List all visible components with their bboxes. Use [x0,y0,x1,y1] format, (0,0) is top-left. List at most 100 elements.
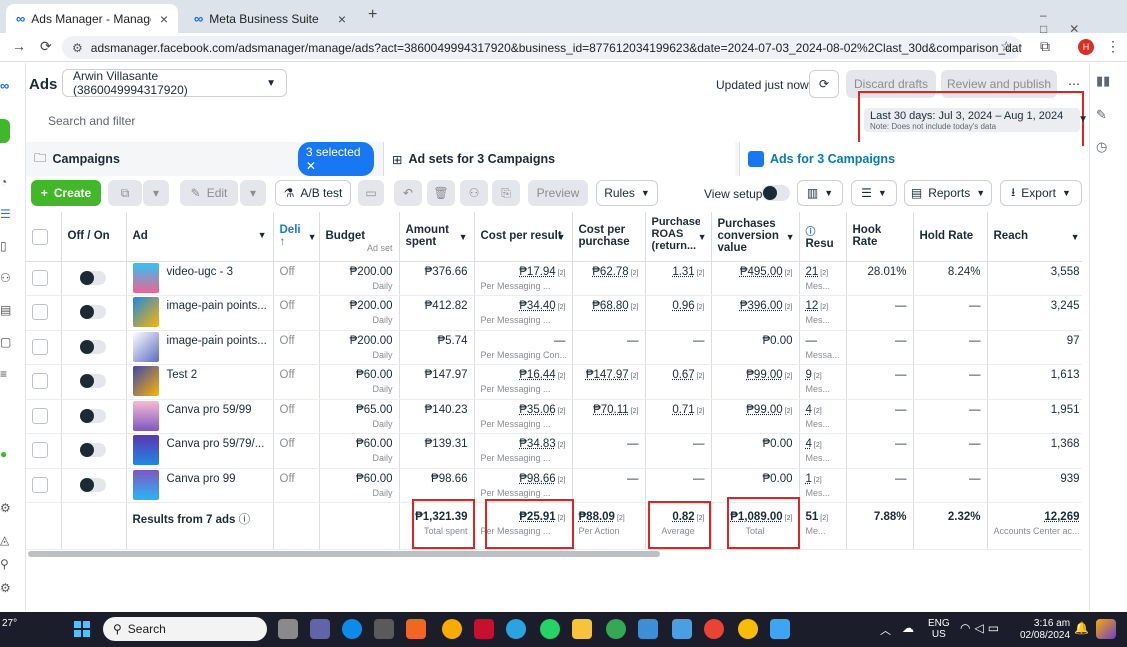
tag-button[interactable]: ⎘ [492,180,520,206]
tray-chevron-icon[interactable]: ︿ [880,622,891,638]
row-checkbox-cell[interactable] [26,468,62,503]
close-tab-icon[interactable]: × [160,11,168,27]
horizontal-scrollbar[interactable] [28,551,660,557]
row-budget-cell[interactable]: ₱60.00 Daily [319,364,400,400]
row-budget-cell[interactable]: ₱200.00 Daily [319,295,400,331]
delete-button[interactable]: 🗑 [427,180,455,206]
reports-button[interactable]: ▤ Reports ▼ [904,180,992,206]
window-controls[interactable]: –□✕ [1040,8,1127,36]
app-icon[interactable] [406,619,426,639]
ad-on-off-toggle[interactable] [79,443,106,457]
selected-pill[interactable]: 3 selected ✕ [297,142,374,176]
edit-dropdown[interactable]: ▾ [240,180,266,206]
preview-button[interactable]: Preview [528,180,588,206]
close-tab-icon[interactable]: × [338,11,346,27]
clipboard-button[interactable]: ▭ [358,180,384,206]
row-checkbox[interactable] [32,373,48,389]
ad-name[interactable]: Canva pro 59/99 [167,404,252,416]
row-checkbox[interactable] [32,476,48,493]
col-hook-rate[interactable]: Hook Rate [846,212,914,262]
menu-kebab-icon[interactable]: ⋮ [1106,38,1120,55]
notification-bell-icon[interactable]: 🔔 [1074,621,1089,635]
ad-on-off-toggle[interactable] [79,305,106,319]
close-icon[interactable]: ✕ [306,159,316,173]
ab-test-button[interactable]: ⚗ A/B test [275,180,351,206]
audience-button[interactable]: ⚇ [460,180,488,206]
clock[interactable]: 3:16 am 02/08/2024 [1020,618,1070,642]
ad-name[interactable]: image-pain points... [167,335,267,347]
refresh-button[interactable]: ⟳ [809,70,839,98]
table-row[interactable]: Canva pro 99 Off ₱60.00 Daily ₱98.66 ₱98.… [26,468,1082,503]
select-all-checkbox-cell[interactable] [26,212,62,262]
chrome-icon[interactable] [606,619,626,639]
search-filter-input[interactable]: Search and filter [36,108,856,134]
tab-campaigns[interactable]: 🗀 Campaigns 3 selected ✕ [34,142,374,176]
chrome-profile2-icon[interactable] [738,619,758,639]
create-rail-icon[interactable] [0,119,10,143]
tab-ads[interactable]: Ads for 3 Campaigns [739,142,1082,176]
row-ad-cell[interactable]: image-pain points... [126,330,274,365]
row-ad-cell[interactable]: Canva pro 99 [126,468,274,503]
ad-thumbnail[interactable] [132,297,159,327]
col-cost-per-result[interactable]: Cost per result ▼ [474,212,573,262]
new-tab-icon[interactable]: + [368,6,377,24]
history-icon[interactable]: ◷ [1096,139,1107,155]
row-checkbox[interactable] [32,304,48,320]
tab-business-suite[interactable]: ∞ Meta Business Suite × [184,4,356,33]
col-delivery[interactable]: Deli ↑ ▼ [273,212,320,262]
row-ad-cell[interactable]: video-ugc - 3 [126,261,274,296]
date-range-picker[interactable]: Last 30 days: Jul 3, 2024 – Aug 1, 2024 … [864,108,1088,132]
photos-icon[interactable] [638,619,658,639]
more-tools-icon[interactable]: ≡ [0,367,7,381]
ad-name[interactable]: Canva pro 59/79/... [167,438,265,450]
table-row[interactable]: Test 2 Off ₱60.00 Daily ₱147.97 ₱16.44 [2]… [26,364,1082,400]
row-ad-cell[interactable]: Test 2 [126,364,274,400]
ad-on-off-toggle[interactable] [79,408,106,423]
row-toggle-cell[interactable] [61,433,127,469]
row-budget-cell[interactable]: ₱60.00 Daily [319,433,400,469]
help-rail-icon[interactable]: ⚙ [0,581,11,595]
notifications-rail-icon[interactable]: ◬ [0,533,9,547]
undo-button[interactable]: ↶ [394,180,422,206]
chrome-profile-icon[interactable] [704,619,724,639]
store-icon[interactable] [374,619,394,639]
ad-thumbnail[interactable] [132,366,159,396]
ad-name[interactable]: Canva pro 99 [167,473,236,485]
windows-start-icon[interactable] [74,621,90,637]
row-budget-cell[interactable]: ₱65.00 Daily [319,399,400,434]
tab-adsets[interactable]: ⊞ Ad sets for 3 Campaigns [383,142,735,176]
export-button[interactable]: ⭳ Export ▼ [1000,180,1082,206]
people-icon[interactable]: ⚇ [0,271,11,285]
status-icon[interactable]: ● [0,447,7,461]
site-info-icon[interactable]: ⚙ [72,41,83,55]
ad-thumbnail[interactable] [132,435,159,465]
account-overview-icon[interactable]: ◔ [0,175,7,189]
col-ad[interactable]: Ad ▼ [126,212,274,262]
row-toggle-cell[interactable] [61,261,127,296]
ad-thumbnail[interactable] [132,469,159,500]
ad-name[interactable]: Test 2 [167,369,198,381]
row-checkbox-cell[interactable] [26,364,62,400]
notepad-icon[interactable] [672,619,692,639]
ad-thumbnail[interactable] [132,400,159,431]
edge-icon[interactable] [342,619,362,639]
ad-on-off-toggle[interactable] [79,374,106,388]
cloud-icon[interactable]: ☁ [902,621,914,635]
duplicate-button[interactable]: ⧉ [108,180,142,206]
tab-ads-manager[interactable]: ∞ Ads Manager - Manage ads - A × [6,4,178,33]
ad-name[interactable]: image-pain points... [167,300,267,312]
ad-on-off-toggle[interactable] [79,477,106,492]
extensions-icon[interactable]: ⧉ [1040,38,1050,55]
table-row[interactable]: video-ugc - 3 Off ₱200.00 Daily ₱376.66 ₱… [26,261,1082,296]
teams-icon[interactable] [310,619,330,639]
whatsapp-icon[interactable] [540,619,560,639]
task-view-icon[interactable] [278,619,298,639]
breakdown-button[interactable]: ☰ ▼ [851,180,897,206]
col-budget[interactable]: Budget Ad set [319,212,400,262]
weather-widget[interactable]: 27° [2,618,17,629]
search-rail-icon[interactable]: ⚲ [0,557,9,571]
row-toggle-cell[interactable] [61,295,127,331]
wifi-volume-battery-icon[interactable]: ◠◁▭ [960,621,1003,635]
app2-icon[interactable] [770,619,790,639]
telegram-icon[interactable] [506,619,526,639]
